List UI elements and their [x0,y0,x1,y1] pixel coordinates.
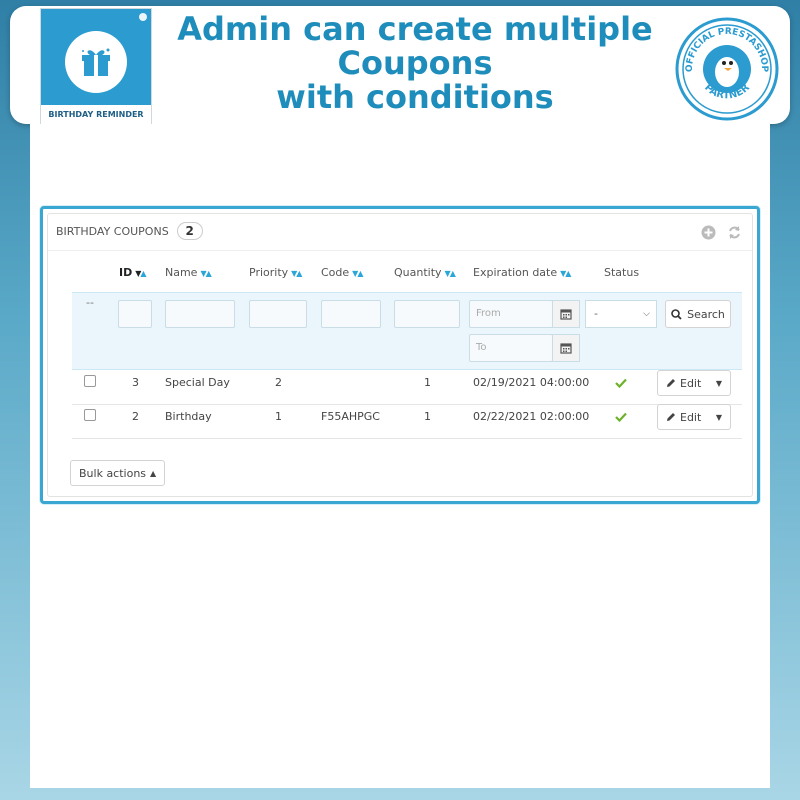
filter-priority-input[interactable] [249,300,307,328]
caret-down-icon[interactable]: ▼ [716,379,722,388]
headline-line-3: with conditions [276,78,554,116]
prestashop-mini-icon [139,13,147,21]
chevron-down-icon: ⌵ [643,309,650,319]
filter-date-from-input[interactable]: From [469,300,553,328]
check-icon[interactable] [615,378,627,388]
official-partner-seal: OFFICIAL PRESTASHOP PARTNER [675,17,779,121]
bulk-actions-button[interactable]: Bulk actions ▲ [70,460,166,486]
col-code[interactable]: Code ▼▲ [321,266,364,279]
pencil-icon [667,379,675,387]
caret-up-icon: ▲ [150,468,157,478]
row-id: 3 [132,376,139,389]
headline-line-1: Admin can create multiple [177,10,653,48]
filter-quantity-input[interactable] [394,300,460,328]
filter-status-select[interactable]: - ⌵ [585,300,657,328]
filter-date-to-input[interactable]: To [469,334,553,362]
gift-icon [82,48,110,76]
col-id[interactable]: ID ▼▲ [119,266,147,279]
check-icon[interactable] [615,412,627,422]
row-name: Birthday [165,410,212,423]
bulk-actions-label: Bulk actions [79,466,147,480]
col-status: Status [604,266,640,279]
promo-banner: BIRTHDAY REMINDER Admin can create multi… [10,6,790,126]
search-icon [671,308,682,320]
module-logo: BIRTHDAY REMINDER [40,8,152,126]
module-logo-label: BIRTHDAY REMINDER [41,105,151,125]
row-expiration: 02/22/2021 02:00:00 [473,410,590,423]
filter-code-input[interactable] [321,300,381,328]
col-expiration[interactable]: Expiration date ▼▲ [473,266,571,279]
panel-heading: BIRTHDAY COUPONS 2 [56,222,203,240]
edit-button[interactable]: Edit ▼ [657,370,731,396]
refresh-icon[interactable] [726,224,742,240]
filter-id-input[interactable] [118,300,152,328]
edit-label: Edit [680,410,702,424]
row-id: 2 [132,410,139,423]
coupons-panel: BIRTHDAY COUPONS 2 ID ▼▲ Name ▼▲ Priority ▼… [40,206,760,504]
row-expiration: 02/19/2021 04:00:00 [473,376,590,389]
search-button-label: Search [687,307,725,321]
headline: Admin can create multiple Coupons with c… [160,12,670,114]
row-checkbox[interactable] [84,375,96,387]
row-quantity: 1 [424,376,431,389]
pencil-icon [667,413,675,421]
calendar-icon [560,309,572,320]
row-priority: 2 [275,376,282,389]
calendar-to-button[interactable] [552,334,580,362]
panel-title: BIRTHDAY COUPONS [56,224,169,238]
col-quantity[interactable]: Quantity ▼▲ [394,266,456,279]
caret-down-icon[interactable]: ▼ [716,413,722,422]
headline-line-2: Coupons [337,44,493,82]
row-name: Special Day [165,376,230,389]
row-quantity: 1 [424,410,431,423]
col-name[interactable]: Name ▼▲ [165,266,212,279]
filter-name-input[interactable] [165,300,235,328]
edit-button[interactable]: Edit ▼ [657,404,731,430]
status-select-value: - [594,307,598,320]
calendar-from-button[interactable] [552,300,580,328]
row-checkbox[interactable] [84,409,96,421]
bulk-filter-placeholder: -- [86,296,94,309]
edit-label: Edit [680,376,702,390]
calendar-icon [560,343,572,354]
col-priority[interactable]: Priority ▼▲ [249,266,303,279]
row-code: F55AHPGC [321,410,380,423]
count-badge: 2 [176,222,203,240]
add-icon[interactable] [700,224,716,240]
search-button[interactable]: Search [665,300,731,328]
row-priority: 1 [275,410,282,423]
